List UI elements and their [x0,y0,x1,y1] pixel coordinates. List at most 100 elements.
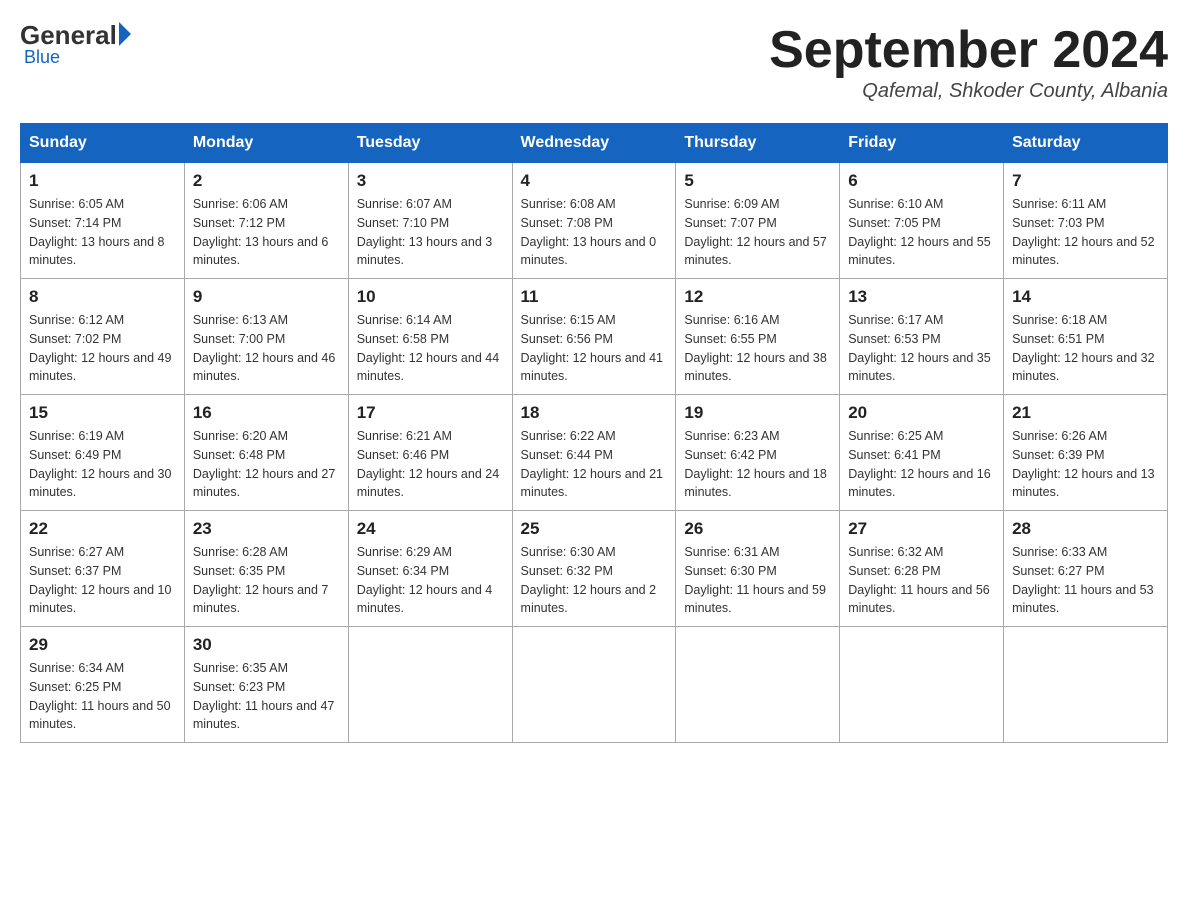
calendar-cell: 1Sunrise: 6:05 AMSunset: 7:14 PMDaylight… [21,163,185,279]
day-number: 17 [357,403,504,423]
calendar-cell: 26 Sunrise: 6:31 AMSunset: 6:30 PMDayligh… [676,511,840,627]
day-info: Sunrise: 6:13 AMSunset: 7:00 PMDaylight:… [193,311,340,386]
day-number: 19 [684,403,831,423]
location-text: Qafemal, Shkoder County, Albania [769,80,1168,103]
day-number: 20 [848,403,995,423]
day-number: 10 [357,287,504,307]
calendar-cell: 27 Sunrise: 6:32 AMSunset: 6:28 PMDayligh… [840,511,1004,627]
day-info: Sunrise: 6:21 AMSunset: 6:46 PMDaylight:… [357,427,504,502]
day-info: Sunrise: 6:34 AMSunset: 6:25 PMDaylight:… [29,659,176,734]
day-info: Sunrise: 6:09 AMSunset: 7:07 PMDaylight:… [684,195,831,270]
day-info: Sunrise: 6:12 AMSunset: 7:02 PMDaylight:… [29,311,176,386]
day-number: 4 [521,171,668,191]
logo-blue-text: Blue [24,47,60,68]
day-info: Sunrise: 6:32 AMSunset: 6:28 PMDaylight:… [848,543,995,618]
day-number: 18 [521,403,668,423]
calendar-cell: 24 Sunrise: 6:29 AMSunset: 6:34 PMDayligh… [348,511,512,627]
day-info: Sunrise: 6:31 AMSunset: 6:30 PMDaylight:… [684,543,831,618]
col-wednesday: Wednesday [512,124,676,163]
day-info: Sunrise: 6:20 AMSunset: 6:48 PMDaylight:… [193,427,340,502]
day-number: 23 [193,519,340,539]
calendar-week-row-2: 8 Sunrise: 6:12 AMSunset: 7:02 PMDaylight… [21,279,1168,395]
day-info: Sunrise: 6:17 AMSunset: 6:53 PMDaylight:… [848,311,995,386]
day-info: Sunrise: 6:27 AMSunset: 6:37 PMDaylight:… [29,543,176,618]
col-saturday: Saturday [1004,124,1168,163]
col-thursday: Thursday [676,124,840,163]
calendar-cell [676,627,840,743]
day-info: Sunrise: 6:11 AMSunset: 7:03 PMDaylight:… [1012,195,1159,270]
day-number: 15 [29,403,176,423]
day-info: Sunrise: 6:33 AMSunset: 6:27 PMDaylight:… [1012,543,1159,618]
day-number: 2 [193,171,340,191]
day-info: Sunrise: 6:14 AMSunset: 6:58 PMDaylight:… [357,311,504,386]
day-number: 6 [848,171,995,191]
day-info: Sunrise: 6:29 AMSunset: 6:34 PMDaylight:… [357,543,504,618]
day-info: Sunrise: 6:26 AMSunset: 6:39 PMDaylight:… [1012,427,1159,502]
day-info: Sunrise: 6:16 AMSunset: 6:55 PMDaylight:… [684,311,831,386]
day-info: Sunrise: 6:35 AMSunset: 6:23 PMDaylight:… [193,659,340,734]
calendar-week-row-4: 22Sunrise: 6:27 AMSunset: 6:37 PMDayligh… [21,511,1168,627]
calendar-cell: 9 Sunrise: 6:13 AMSunset: 7:00 PMDaylight… [184,279,348,395]
calendar-cell: 12 Sunrise: 6:16 AMSunset: 6:55 PMDayligh… [676,279,840,395]
day-number: 12 [684,287,831,307]
day-number: 29 [29,635,176,655]
day-info: Sunrise: 6:22 AMSunset: 6:44 PMDaylight:… [521,427,668,502]
calendar-cell: 2 Sunrise: 6:06 AMSunset: 7:12 PMDaylight… [184,163,348,279]
day-number: 27 [848,519,995,539]
day-info: Sunrise: 6:28 AMSunset: 6:35 PMDaylight:… [193,543,340,618]
calendar-cell: 25 Sunrise: 6:30 AMSunset: 6:32 PMDayligh… [512,511,676,627]
calendar-cell: 11Sunrise: 6:15 AMSunset: 6:56 PMDayligh… [512,279,676,395]
calendar-cell [840,627,1004,743]
calendar-cell: 28 Sunrise: 6:33 AMSunset: 6:27 PMDayligh… [1004,511,1168,627]
month-year-title: September 2024 [769,20,1168,80]
calendar-cell: 16Sunrise: 6:20 AMSunset: 6:48 PMDayligh… [184,395,348,511]
calendar-cell: 23 Sunrise: 6:28 AMSunset: 6:35 PMDayligh… [184,511,348,627]
day-info: Sunrise: 6:07 AMSunset: 7:10 PMDaylight:… [357,195,504,270]
calendar-cell: 8 Sunrise: 6:12 AMSunset: 7:02 PMDaylight… [21,279,185,395]
calendar-header-row: Sunday Monday Tuesday Wednesday Thursday… [21,124,1168,163]
calendar-cell: 15 Sunrise: 6:19 AMSunset: 6:49 PMDayligh… [21,395,185,511]
page-header: General Blue September 2024 Qafemal, Shk… [20,20,1168,103]
calendar-cell: 29 Sunrise: 6:34 AMSunset: 6:25 PMDayligh… [21,627,185,743]
calendar-cell: 7 Sunrise: 6:11 AMSunset: 7:03 PMDaylight… [1004,163,1168,279]
day-info: Sunrise: 6:06 AMSunset: 7:12 PMDaylight:… [193,195,340,270]
calendar-cell: 17 Sunrise: 6:21 AMSunset: 6:46 PMDayligh… [348,395,512,511]
day-number: 8 [29,287,176,307]
day-number: 9 [193,287,340,307]
calendar-cell: 3 Sunrise: 6:07 AMSunset: 7:10 PMDaylight… [348,163,512,279]
day-number: 11 [521,287,668,307]
col-sunday: Sunday [21,124,185,163]
day-number: 24 [357,519,504,539]
calendar-cell [1004,627,1168,743]
logo-triangle-icon [119,22,131,46]
calendar-cell: 20 Sunrise: 6:25 AMSunset: 6:41 PMDayligh… [840,395,1004,511]
calendar-cell: 21Sunrise: 6:26 AMSunset: 6:39 PMDayligh… [1004,395,1168,511]
day-number: 13 [848,287,995,307]
day-number: 30 [193,635,340,655]
day-info: Sunrise: 6:19 AMSunset: 6:49 PMDaylight:… [29,427,176,502]
calendar-cell: 4 Sunrise: 6:08 AMSunset: 7:08 PMDaylight… [512,163,676,279]
calendar-week-row-5: 29 Sunrise: 6:34 AMSunset: 6:25 PMDayligh… [21,627,1168,743]
day-info: Sunrise: 6:10 AMSunset: 7:05 PMDaylight:… [848,195,995,270]
calendar-week-row-1: 1Sunrise: 6:05 AMSunset: 7:14 PMDaylight… [21,163,1168,279]
day-number: 28 [1012,519,1159,539]
col-friday: Friday [840,124,1004,163]
calendar-cell: 6 Sunrise: 6:10 AMSunset: 7:05 PMDaylight… [840,163,1004,279]
calendar-cell: 10 Sunrise: 6:14 AMSunset: 6:58 PMDayligh… [348,279,512,395]
calendar-week-row-3: 15 Sunrise: 6:19 AMSunset: 6:49 PMDayligh… [21,395,1168,511]
day-info: Sunrise: 6:30 AMSunset: 6:32 PMDaylight:… [521,543,668,618]
calendar-cell: 18 Sunrise: 6:22 AMSunset: 6:44 PMDayligh… [512,395,676,511]
calendar-cell: 22Sunrise: 6:27 AMSunset: 6:37 PMDayligh… [21,511,185,627]
calendar-cell: 19Sunrise: 6:23 AMSunset: 6:42 PMDayligh… [676,395,840,511]
col-tuesday: Tuesday [348,124,512,163]
day-number: 26 [684,519,831,539]
day-info: Sunrise: 6:25 AMSunset: 6:41 PMDaylight:… [848,427,995,502]
day-info: Sunrise: 6:08 AMSunset: 7:08 PMDaylight:… [521,195,668,270]
day-number: 14 [1012,287,1159,307]
day-number: 25 [521,519,668,539]
day-number: 1 [29,171,176,191]
day-number: 5 [684,171,831,191]
col-monday: Monday [184,124,348,163]
day-number: 7 [1012,171,1159,191]
day-number: 3 [357,171,504,191]
